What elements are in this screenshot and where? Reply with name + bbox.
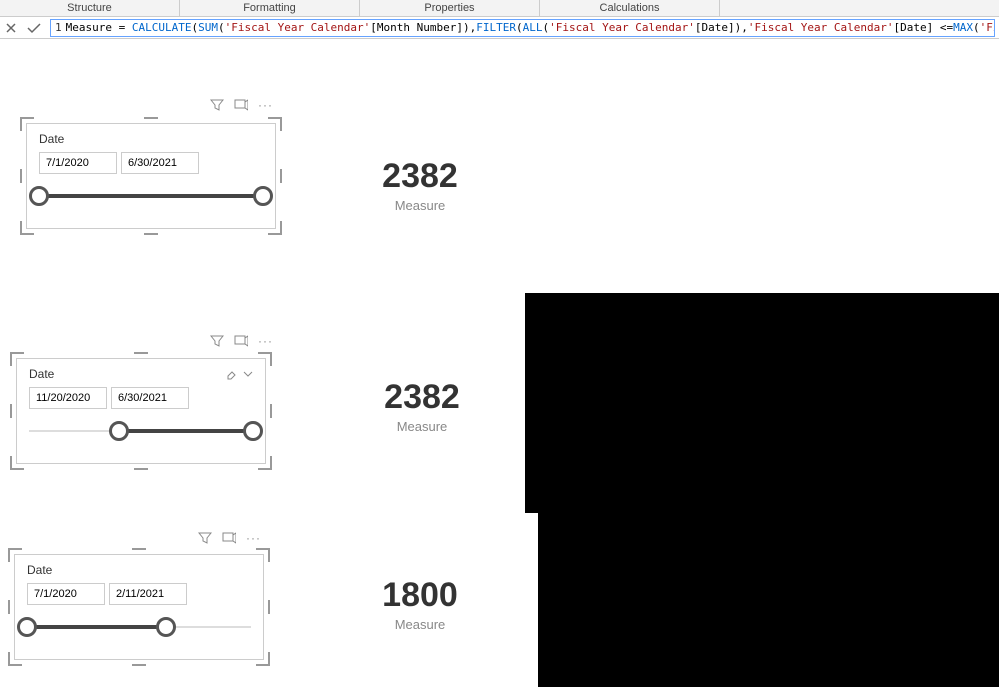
filter-icon[interactable] (210, 98, 224, 112)
formula-table2: 'Fiscal Year Calendar' (549, 21, 695, 34)
ribbon-tab-structure[interactable]: Structure (0, 0, 180, 16)
slicer-start-date[interactable] (39, 152, 117, 174)
focus-mode-icon[interactable] (234, 334, 248, 348)
focus-mode-icon[interactable] (234, 98, 248, 112)
date-slicer-2[interactable]: Date (10, 352, 272, 470)
card-label: Measure (350, 617, 490, 632)
redacted-region (525, 293, 999, 513)
selection-handle[interactable] (20, 169, 22, 183)
slider-thumb-left[interactable] (109, 421, 129, 441)
ribbon-tab-calculations[interactable]: Calculations (540, 0, 720, 16)
date-range-slider[interactable] (27, 617, 251, 637)
card-value: 2382 (350, 157, 490, 196)
slider-active-range (39, 194, 263, 198)
formula-max: MAX (953, 21, 973, 34)
formula-bar: 1 Measure = CALCULATE( SUM( 'Fiscal Year… (0, 17, 999, 39)
measure-card-1[interactable]: 2382 Measure (350, 157, 490, 213)
formula-table3: 'Fiscal Year Calendar' (748, 21, 894, 34)
slicer-body: Date (16, 358, 266, 464)
slicer-end-date[interactable] (111, 387, 189, 409)
selection-handle[interactable] (144, 233, 158, 235)
selection-handle[interactable] (10, 404, 12, 418)
ribbon-tabs: Structure Formatting Properties Calculat… (0, 0, 999, 17)
slicer-field-label: Date (27, 563, 52, 577)
slider-thumb-right[interactable] (253, 186, 273, 206)
formula-all: ALL (523, 21, 543, 34)
formula-measure-name: Measure (66, 21, 112, 34)
measure-card-2[interactable]: 2382 Measure (352, 378, 492, 434)
slicer-body: Date (26, 123, 276, 229)
redacted-region (538, 513, 999, 687)
more-options-icon[interactable]: ··· (246, 531, 261, 545)
chevron-down-icon[interactable] (243, 368, 253, 380)
selection-handle[interactable] (270, 404, 272, 418)
date-range-slider[interactable] (29, 421, 253, 441)
slider-thumb-right[interactable] (243, 421, 263, 441)
slicer-field-label: Date (39, 132, 64, 146)
selection-handle[interactable] (268, 600, 270, 614)
eraser-icon[interactable] (225, 368, 237, 380)
visual-toolbar: ··· (210, 98, 273, 112)
report-canvas: ··· Date 2382 Meas (0, 39, 999, 687)
card-label: Measure (352, 419, 492, 434)
visual-toolbar: ··· (210, 334, 273, 348)
slicer-field-label: Date (29, 367, 54, 381)
filter-icon[interactable] (210, 334, 224, 348)
card-value: 2382 (352, 378, 492, 417)
slider-thumb-left[interactable] (29, 186, 49, 206)
slider-thumb-right[interactable] (156, 617, 176, 637)
formula-sum: SUM (198, 21, 218, 34)
formula-table1: 'Fiscal Year Calendar' (225, 21, 371, 34)
selection-handle[interactable] (8, 600, 10, 614)
card-label: Measure (350, 198, 490, 213)
selection-handle[interactable] (132, 548, 146, 550)
date-slicer-3[interactable]: Date (8, 548, 270, 666)
measure-card-3[interactable]: 1800 Measure (350, 576, 490, 632)
slider-active-range (27, 625, 166, 629)
cancel-formula-icon[interactable] (4, 21, 18, 35)
formula-filter: FILTER (476, 21, 516, 34)
formula-input[interactable]: 1 Measure = CALCULATE( SUM( 'Fiscal Year… (50, 19, 995, 37)
selection-handle[interactable] (134, 468, 148, 470)
date-slicer-1[interactable]: Date (20, 117, 282, 235)
visual-toolbar: ··· (198, 531, 261, 545)
selection-handle[interactable] (280, 169, 282, 183)
slicer-start-date[interactable] (29, 387, 107, 409)
slider-thumb-left[interactable] (17, 617, 37, 637)
ribbon-tab-formatting[interactable]: Formatting (180, 0, 360, 16)
commit-formula-icon[interactable] (26, 21, 42, 35)
more-options-icon[interactable]: ··· (258, 334, 273, 348)
slider-active-range (119, 429, 253, 433)
card-value: 1800 (350, 576, 490, 615)
slicer-end-date[interactable] (109, 583, 187, 605)
ribbon-tab-properties[interactable]: Properties (360, 0, 540, 16)
formula-table4: 'Fiscal Year Calendar' (980, 21, 995, 34)
slicer-body: Date (14, 554, 264, 660)
selection-handle[interactable] (132, 664, 146, 666)
formula-line-number: 1 (55, 21, 62, 34)
selection-handle[interactable] (134, 352, 148, 354)
filter-icon[interactable] (198, 531, 212, 545)
slicer-start-date[interactable] (27, 583, 105, 605)
selection-handle[interactable] (144, 117, 158, 119)
formula-calculate: CALCULATE (132, 21, 192, 34)
focus-mode-icon[interactable] (222, 531, 236, 545)
slicer-end-date[interactable] (121, 152, 199, 174)
formula-equals: = (119, 21, 126, 34)
more-options-icon[interactable]: ··· (258, 98, 273, 112)
date-range-slider[interactable] (39, 186, 263, 206)
